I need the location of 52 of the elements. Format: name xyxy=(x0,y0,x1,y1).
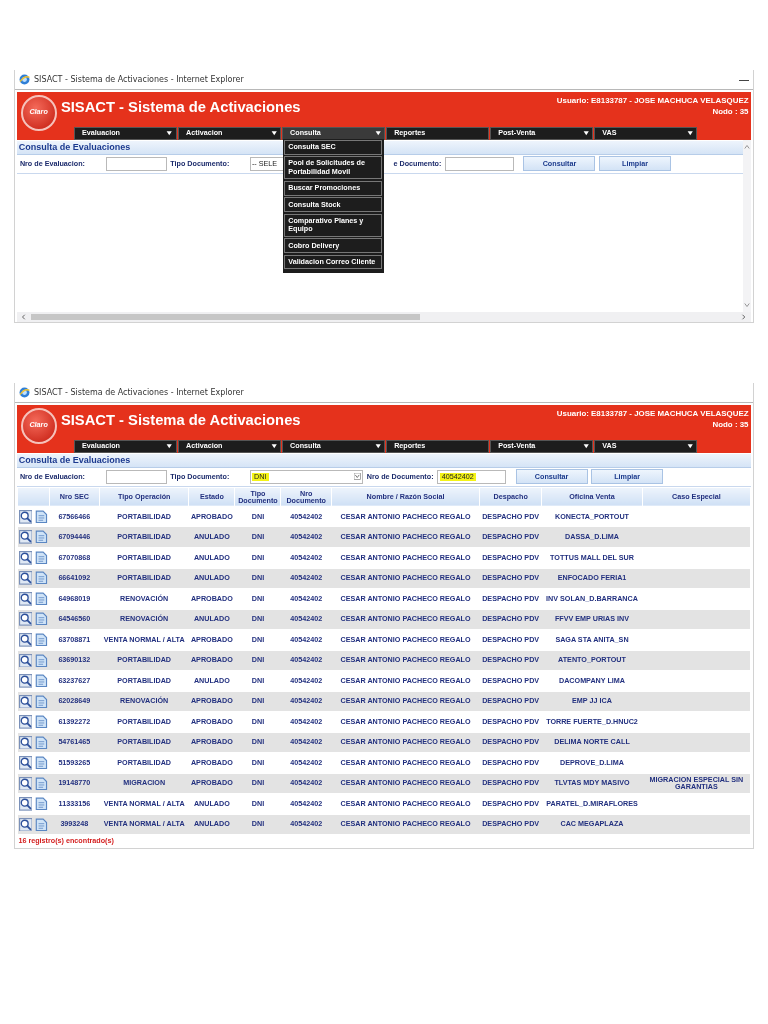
vertical-scrollbar[interactable] xyxy=(743,139,752,312)
search-icon[interactable] xyxy=(18,674,33,688)
caret-icon xyxy=(166,442,173,450)
scrollbar-thumb[interactable] xyxy=(31,314,420,320)
window-title: SISACT - Sistema de Activaciones - Internet Explorer xyxy=(34,386,244,399)
evaluation-field[interactable] xyxy=(106,156,167,171)
app-title: SISACT - Sistema de Activaciones xyxy=(60,411,301,429)
search-icon[interactable] xyxy=(18,735,33,750)
scroll-right-icon[interactable] xyxy=(741,314,748,320)
search-icon[interactable] xyxy=(18,550,33,565)
caret-icon xyxy=(582,129,590,137)
search-icon[interactable] xyxy=(18,612,33,627)
caret-icon xyxy=(374,129,381,137)
caret-icon xyxy=(270,442,277,450)
search-icon[interactable] xyxy=(18,756,33,770)
document-icon[interactable] xyxy=(34,591,49,606)
dropdown-arrow-icon xyxy=(354,473,361,480)
document-icon[interactable] xyxy=(34,633,49,647)
scroll-up-icon[interactable] xyxy=(744,143,751,150)
search-icon[interactable] xyxy=(18,715,33,729)
document-icon[interactable] xyxy=(34,550,49,565)
search-icon[interactable] xyxy=(18,530,33,545)
search-icon[interactable] xyxy=(18,571,33,586)
app-title: SISACT - Sistema de Activaciones xyxy=(60,98,301,116)
caret-icon xyxy=(374,442,381,450)
caret-icon xyxy=(166,129,173,137)
horizontal-scrollbar[interactable] xyxy=(17,312,752,322)
caret-icon xyxy=(686,129,694,137)
document-number-field[interactable] xyxy=(445,156,515,171)
document-icon[interactable] xyxy=(34,674,49,688)
search-icon[interactable] xyxy=(18,509,33,524)
evaluation-field[interactable] xyxy=(106,469,167,484)
scroll-down-icon[interactable] xyxy=(744,302,751,308)
window-title: SISACT - Sistema de Activaciones - Internet Explorer xyxy=(34,73,244,86)
document-icon[interactable] xyxy=(34,509,49,524)
search-icon[interactable] xyxy=(18,776,33,791)
document-icon[interactable] xyxy=(34,797,49,811)
section-title: Consulta de Evaluaciones xyxy=(17,454,752,468)
document-icon[interactable] xyxy=(34,715,49,729)
search-icon[interactable] xyxy=(18,591,33,606)
search-icon[interactable] xyxy=(18,694,33,709)
caret-icon xyxy=(686,442,694,450)
caret-icon xyxy=(582,442,590,450)
search-icon[interactable] xyxy=(18,797,33,811)
document-icon[interactable] xyxy=(34,756,49,770)
search-icon[interactable] xyxy=(18,633,33,647)
search-icon[interactable] xyxy=(18,653,33,668)
browser-icon xyxy=(19,74,30,85)
scroll-left-icon[interactable] xyxy=(21,314,27,320)
caret-icon xyxy=(270,129,277,137)
search-icon[interactable] xyxy=(18,817,33,832)
browser-icon xyxy=(19,387,30,398)
